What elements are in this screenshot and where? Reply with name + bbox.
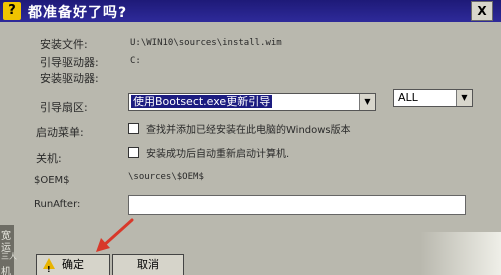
install-dialog: ? 都准备好了吗? X 安装文件: U:\WIN10\sources\insta… xyxy=(0,0,501,275)
status-area xyxy=(420,232,501,275)
